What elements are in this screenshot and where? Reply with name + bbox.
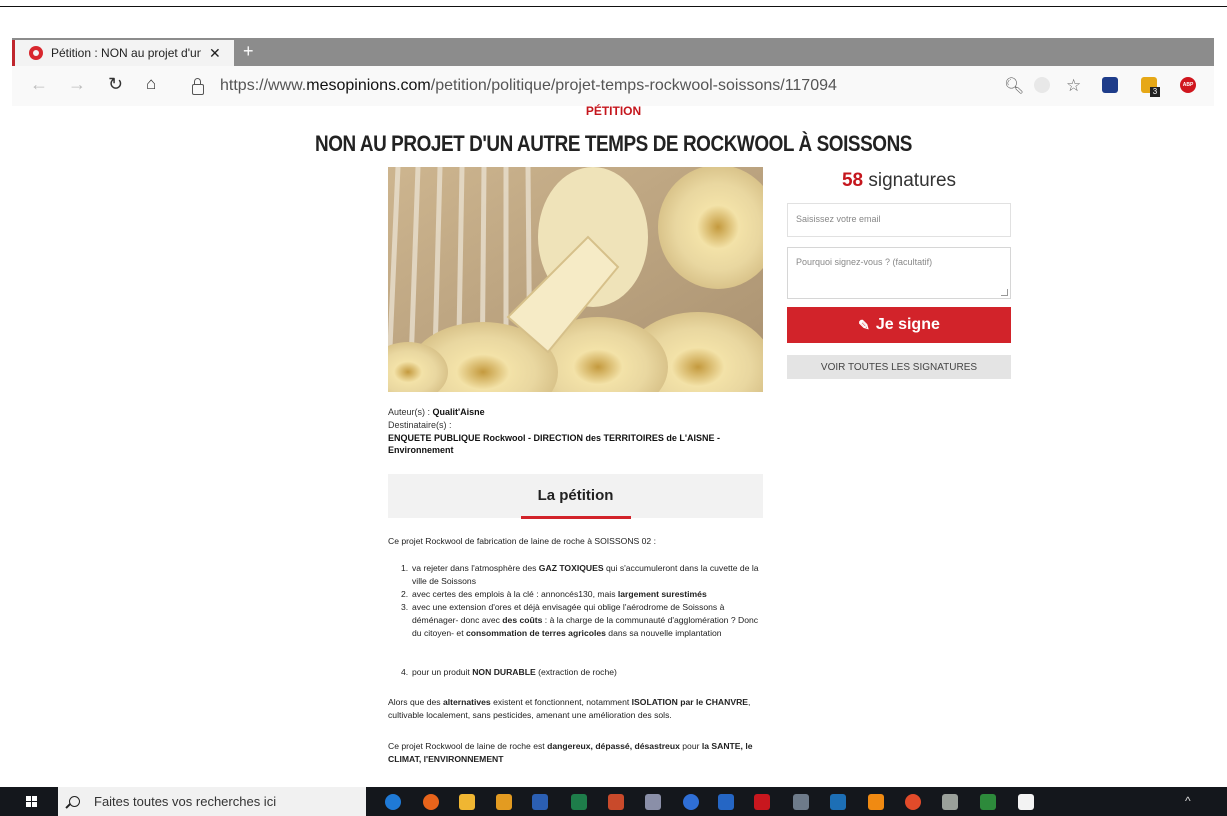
- author-line: Auteur(s) : Qualit'Aisne: [388, 407, 485, 417]
- signature-counter: 58 signatures: [841, 170, 957, 191]
- edge-icon[interactable]: [385, 794, 401, 810]
- back-arrow-icon[interactable]: ←: [30, 74, 48, 95]
- lock-icon: [192, 77, 204, 95]
- app-icon[interactable]: [718, 794, 734, 810]
- tab-active-indicator: [521, 516, 631, 519]
- adblock-plus-icon[interactable]: ABP: [1180, 77, 1196, 93]
- notepad-icon[interactable]: [1018, 794, 1034, 810]
- recipients-label: Destinataire(s) :: [388, 420, 452, 430]
- app-icon[interactable]: [980, 794, 996, 810]
- new-tab-button[interactable]: +: [243, 41, 254, 62]
- petition-tag: PÉTITION: [585, 104, 642, 118]
- petition-intro: Ce projet Rockwool de fabrication de lai…: [388, 536, 656, 546]
- calculator-icon[interactable]: [793, 794, 809, 810]
- top-strip: [0, 0, 1227, 7]
- tab-title: Pétition : NON au projet d'un aut: [51, 46, 201, 60]
- recipients-value: ENQUETE PUBLIQUE Rockwool - DIRECTION de…: [388, 433, 721, 455]
- petition-image: [388, 167, 763, 392]
- zoom-icon[interactable]: 🔍︎: [1004, 76, 1024, 96]
- favorite-star-icon[interactable]: ☆: [1066, 76, 1081, 96]
- mesopinions-favicon-icon: [29, 46, 43, 60]
- browser-tab[interactable]: Pétition : NON au projet d'un aut ✕: [12, 40, 234, 66]
- app-icon[interactable]: [830, 794, 846, 810]
- tracking-prevention-icon[interactable]: [1034, 77, 1050, 93]
- petition-paragraph: Ce projet Rockwool de laine de roche est…: [388, 741, 753, 764]
- taskbar-search-box[interactable]: Faites toutes vos recherches ici: [58, 787, 366, 816]
- navigation-bar: ← → ↻ ⌂ https://www.mesopinions.com/peti…: [12, 66, 1214, 106]
- app-icon[interactable]: [905, 794, 921, 810]
- excel-icon[interactable]: [571, 794, 587, 810]
- home-icon[interactable]: ⌂: [146, 74, 156, 94]
- list-item: 2. avec certes des emplois à la clé : ann…: [401, 589, 707, 599]
- acrobat-icon[interactable]: [754, 794, 770, 810]
- chevron-up-icon[interactable]: ^: [1185, 794, 1191, 808]
- file-explorer-icon[interactable]: [459, 794, 475, 810]
- app-icon[interactable]: [645, 794, 661, 810]
- list-item: 1. va rejeter dans l'atmosphère des GAZ T…: [401, 563, 759, 586]
- vlc-icon[interactable]: [868, 794, 884, 810]
- firefox-icon[interactable]: [423, 794, 439, 810]
- browser-tab-strip: Pétition : NON au projet d'un aut ✕ +: [12, 38, 1214, 66]
- refresh-icon[interactable]: ↻: [108, 74, 123, 95]
- windows-start-icon[interactable]: [26, 796, 38, 808]
- url-text: https://www.mesopinions.com/petition/pol…: [220, 77, 837, 94]
- app-icon[interactable]: [942, 794, 958, 810]
- resize-grip-icon[interactable]: [1001, 289, 1008, 296]
- powerpoint-icon[interactable]: [608, 794, 624, 810]
- petition-title: NON AU PROJET D'UN AUTRE TEMPS DE ROCKWO…: [314, 131, 913, 156]
- app-icon[interactable]: [683, 794, 699, 810]
- petition-paragraph: Alors que des alternatives existent et f…: [388, 697, 751, 720]
- windows-taskbar: Faites toutes vos recherches ici ^: [0, 787, 1227, 816]
- bitwarden-extension-icon[interactable]: [1102, 77, 1118, 93]
- close-tab-icon[interactable]: ✕: [209, 45, 221, 62]
- reason-textarea[interactable]: Pourquoi signez-vous ? (facultatif): [787, 247, 1011, 299]
- word-icon[interactable]: [532, 794, 548, 810]
- view-all-signatures-button[interactable]: VOIR TOUTES LES SIGNATURES: [787, 355, 1011, 379]
- address-bar[interactable]: https://www.mesopinions.com/petition/pol…: [192, 72, 992, 100]
- list-item: 3. avec une extension d'ores et déjà envi…: [401, 602, 759, 638]
- forward-arrow-icon[interactable]: →: [68, 74, 86, 95]
- sign-button[interactable]: ✎ Je signe: [787, 307, 1011, 343]
- search-icon: [69, 796, 80, 807]
- list-item: 4. pour un produit NON DURABLE (extractio…: [401, 667, 617, 677]
- extension-badge: 3: [1150, 87, 1160, 97]
- pencil-icon: ✎: [858, 316, 870, 333]
- tab-la-petition[interactable]: La pétition: [388, 474, 763, 518]
- email-input[interactable]: Saisissez votre email: [787, 203, 1011, 237]
- app-icon[interactable]: [496, 794, 512, 810]
